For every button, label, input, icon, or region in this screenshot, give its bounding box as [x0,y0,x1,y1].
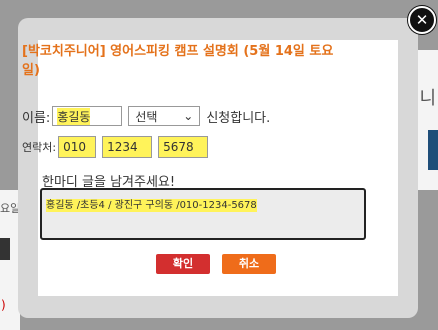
confirm-button[interactable]: 확인 [156,254,210,274]
phone-value-2: 1234 [107,140,138,154]
modal-title: [박코치주니어] 영어스피킹 캠프 설명회 (5월 14일 토요일) [22,44,334,78]
apply-text: 신청합니다. [206,110,271,126]
phone-label: 연락처: [22,141,57,154]
close-icon: ✕ [415,11,429,29]
close-button[interactable]: ✕ [408,6,436,34]
comment-value: 홍길동 /초등4 / 광진구 구의동 /010-1234-5678 [46,199,257,212]
session-select[interactable]: 선택 ⌄ [128,106,201,126]
chevron-down-icon: ⌄ [183,109,194,123]
phone-value-3: 5678 [163,140,194,154]
comment-textarea[interactable]: 홍길동 /초등4 / 광진구 구의동 /010-1234-5678 [40,188,366,240]
session-select-value: 선택 [135,109,158,124]
background-dark-block [0,238,10,260]
name-row: 이름: 홍길동 선택 ⌄ 신청합니다. [22,106,270,126]
name-input[interactable]: 홍길동 [52,106,123,126]
background-mark-left: ) [1,298,6,312]
name-label: 이름: [22,110,51,126]
phone-row: 연락처: 010 1234 5678 [22,136,209,158]
phone-input-2[interactable]: 1234 [102,136,153,158]
background-text-right: 니 [419,88,436,109]
phone-input-3[interactable]: 5678 [158,136,209,158]
name-value: 홍길동 [57,107,91,125]
background-blue-block [428,130,438,170]
phone-input-1[interactable]: 010 [58,136,97,158]
cancel-button[interactable]: 취소 [222,254,276,274]
phone-value-1: 010 [63,140,86,154]
